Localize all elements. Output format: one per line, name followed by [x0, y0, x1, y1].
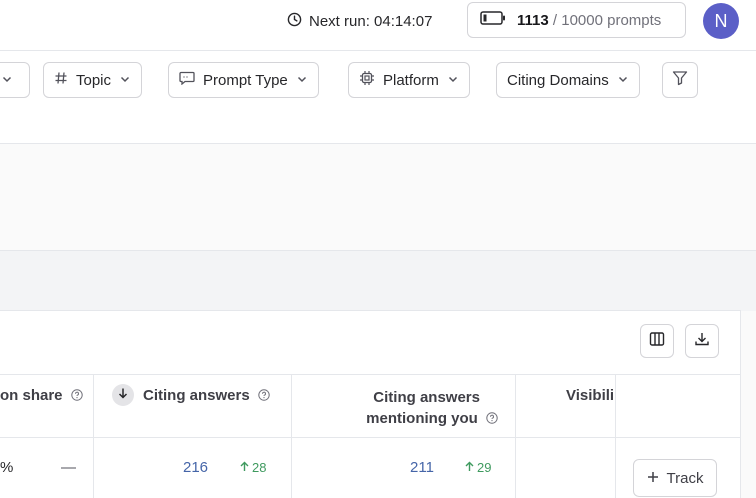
hash-icon: [54, 71, 68, 89]
arrow-up-icon: [465, 460, 474, 475]
filter-prompt-type[interactable]: Prompt Type: [168, 62, 319, 98]
download-icon: [694, 331, 710, 352]
columns-icon: [649, 331, 665, 352]
cpu-icon: [359, 70, 375, 90]
quota-used: 1113: [517, 11, 549, 29]
chevron-down-icon: [119, 72, 131, 89]
columns-button[interactable]: [640, 324, 674, 358]
chevron-down-icon: [617, 72, 629, 89]
next-run-indicator: Next run: 04:14:07: [287, 11, 432, 31]
filter-bar: Topic Prompt Type Platform Citing Domain…: [0, 51, 756, 144]
filter-platform[interactable]: Platform: [348, 62, 470, 98]
next-run-label: Next run: 04:14:07: [309, 12, 433, 30]
prompt-quota[interactable]: 1113 / 10000 prompts: [467, 2, 686, 38]
citing-mentioning-value[interactable]: 211: [410, 459, 434, 476]
column-divider: [515, 374, 516, 498]
section-band: [0, 250, 756, 311]
citing-answers-value[interactable]: 216: [183, 459, 208, 476]
column-header-mention-share[interactable]: on share: [0, 387, 83, 405]
filter-citing-domains[interactable]: Citing Domains: [496, 62, 640, 98]
filter-topic[interactable]: Topic: [43, 62, 143, 98]
filter-funnel-icon: [672, 70, 688, 90]
filter-prompt-type-label: Prompt Type: [203, 71, 288, 89]
column-divider: [93, 374, 94, 498]
filter-platform-label: Platform: [383, 71, 439, 89]
top-bar: Next run: 04:14:07 1113 / 10000 prompts …: [0, 0, 756, 51]
avatar[interactable]: N: [703, 3, 739, 39]
column-header-citing-answers[interactable]: Citing answers: [143, 387, 270, 405]
arrow-down-icon: [117, 386, 129, 404]
filter-topic-label: Topic: [76, 71, 112, 89]
mention-share-delta: —: [61, 459, 76, 476]
column-header-citing-mentioning[interactable]: Citing answers mentioning you: [300, 387, 498, 430]
clock-icon: [287, 12, 302, 31]
chevron-down-icon: [1, 72, 13, 89]
data-table: on share Citing answers Citing answers m…: [0, 310, 741, 498]
filter-citing-domains-label: Citing Domains: [507, 71, 609, 89]
message-icon: [179, 71, 195, 89]
mention-share-value: %: [0, 459, 14, 476]
help-icon[interactable]: [258, 388, 270, 405]
column-header-visibility[interactable]: Visibili: [566, 387, 615, 404]
citing-answers-delta: 28: [240, 460, 266, 475]
quota-total: / 10000 prompts: [552, 11, 662, 29]
arrow-up-icon: [240, 460, 249, 475]
column-divider: [615, 374, 616, 498]
plus-icon: [647, 470, 659, 487]
help-icon[interactable]: [71, 388, 83, 405]
filter-chip-partial[interactable]: [0, 62, 30, 98]
citing-mentioning-delta: 29: [465, 460, 491, 475]
chevron-down-icon: [296, 72, 308, 89]
track-button[interactable]: Track: [633, 459, 717, 497]
help-icon[interactable]: [486, 409, 498, 430]
track-label: Track: [666, 469, 704, 487]
download-button[interactable]: [685, 324, 719, 358]
battery-icon: [480, 11, 506, 29]
column-divider: [291, 374, 292, 498]
advanced-filter-button[interactable]: [662, 62, 698, 98]
chevron-down-icon: [447, 72, 459, 89]
sort-descending-button[interactable]: [112, 384, 134, 406]
